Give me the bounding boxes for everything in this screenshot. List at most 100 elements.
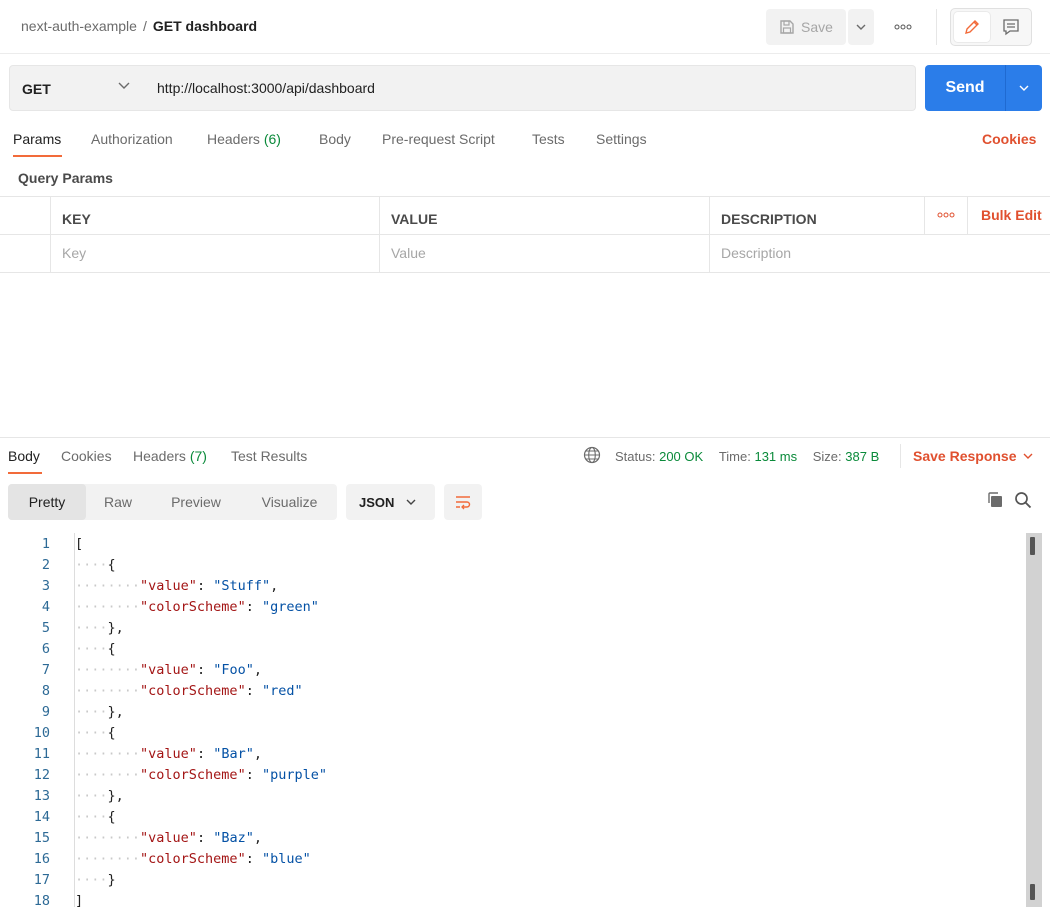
column-header-key: KEY: [62, 211, 91, 227]
toolbar-divider: [936, 9, 937, 45]
view-mode-pretty[interactable]: Pretty: [8, 484, 86, 520]
json-string: "red": [261, 683, 303, 699]
line-number: 2: [41, 557, 50, 573]
view-mode-raw[interactable]: Raw: [86, 484, 150, 520]
key-input[interactable]: Key: [62, 245, 86, 261]
code-line: ····{: [75, 639, 116, 660]
tab-tests[interactable]: Tests: [532, 131, 565, 147]
json-punctuation: },: [107, 620, 124, 636]
tab-params[interactable]: Params: [13, 131, 61, 147]
time-value[interactable]: 131 ms: [754, 449, 797, 464]
wrap-lines-button[interactable]: [444, 484, 482, 520]
code-line: ········"value": "Foo",: [75, 660, 262, 681]
chevron-down-icon: [856, 24, 866, 30]
indent-guide: ········: [75, 746, 141, 762]
tab-headers[interactable]: Headers (6): [207, 131, 281, 147]
url-input[interactable]: [143, 65, 916, 111]
editor-scrollbar[interactable]: [1026, 533, 1042, 907]
indent-guide: ········: [75, 683, 141, 699]
table-border: [0, 196, 1050, 197]
json-punctuation: {: [107, 641, 116, 657]
scrollbar-marker: [1030, 884, 1035, 900]
line-number: 1: [41, 536, 50, 552]
comments-button[interactable]: [993, 12, 1029, 42]
indent-guide: ····: [75, 620, 108, 636]
search-icon[interactable]: [1014, 491, 1032, 509]
copy-icon[interactable]: [986, 491, 1004, 509]
line-number: 6: [41, 641, 50, 657]
tab-settings[interactable]: Settings: [596, 131, 647, 147]
table-column-divider: [967, 196, 968, 234]
status-value[interactable]: 200 OK: [659, 449, 703, 464]
size-value[interactable]: 387 B: [845, 449, 879, 464]
json-key: "colorScheme": [140, 683, 246, 699]
breadcrumb-collection[interactable]: next-auth-example: [21, 18, 137, 34]
query-params-title: Query Params: [18, 170, 113, 186]
json-punctuation: },: [107, 788, 124, 804]
format-select[interactable]: JSON: [346, 484, 435, 520]
description-input[interactable]: Description: [721, 245, 791, 261]
code-line: ····{: [75, 723, 116, 744]
method-select[interactable]: GET: [9, 65, 144, 111]
save-options-button[interactable]: [848, 9, 874, 45]
json-punctuation: :: [196, 578, 214, 594]
bulk-edit-button[interactable]: Bulk Edit: [981, 207, 1042, 223]
indent-guide: ····: [75, 872, 108, 888]
edit-mode-button[interactable]: [954, 12, 990, 42]
view-mode-visualize[interactable]: Visualize: [242, 484, 337, 520]
save-button[interactable]: Save: [766, 9, 846, 45]
response-tab-headers[interactable]: Headers (7): [133, 448, 207, 464]
json-key: "colorScheme": [140, 851, 246, 867]
more-options-button[interactable]: [892, 18, 914, 36]
tab-label: Cookies: [61, 448, 112, 464]
view-mode-preview[interactable]: Preview: [150, 484, 242, 520]
response-tab-cookies[interactable]: Cookies: [61, 448, 112, 464]
indent-guide: ········: [75, 578, 141, 594]
tab-pre-request-script[interactable]: Pre-request Script: [382, 131, 495, 147]
chevron-down-icon: [406, 499, 416, 505]
save-icon: [780, 20, 794, 34]
tab-label: Headers: [133, 448, 186, 464]
breadcrumb-separator: /: [142, 18, 147, 34]
tab-body[interactable]: Body: [319, 131, 351, 147]
tab-label: Authorization: [91, 131, 173, 147]
response-pane-divider[interactable]: [0, 437, 1050, 438]
indent-guide: ········: [75, 767, 141, 783]
table-options-button[interactable]: [936, 209, 956, 221]
code-line: ········"colorScheme": "blue": [75, 849, 311, 870]
response-tab-test-results[interactable]: Test Results: [231, 448, 307, 464]
json-punctuation: :: [245, 599, 262, 615]
format-label: JSON: [359, 494, 395, 510]
top-bar: next-auth-example / GET dashboard Save: [0, 0, 1050, 54]
code-line: ········"colorScheme": "green": [75, 597, 319, 618]
more-horizontal-icon: [894, 24, 912, 30]
line-number: 14: [33, 809, 50, 825]
response-body-editor[interactable]: 1[2 ····{3 ········"value": "Stuff", 4 ·····…: [0, 533, 1026, 907]
comment-icon: [1003, 19, 1019, 36]
table-border: [0, 272, 1050, 273]
json-string: "purple": [261, 767, 327, 783]
mode-toggle: [950, 8, 1032, 46]
request-title[interactable]: GET dashboard: [153, 18, 257, 34]
json-punctuation: ,: [253, 746, 262, 762]
indent-guide: ········: [75, 599, 141, 615]
save-response-button[interactable]: Save Response: [913, 448, 1033, 464]
code-line: ········"colorScheme": "red": [75, 681, 303, 702]
line-number: 11: [33, 746, 50, 762]
indent-guide: ····: [75, 704, 108, 720]
tab-count: (6): [263, 131, 281, 147]
json-punctuation: :: [196, 746, 214, 762]
cookies-link[interactable]: Cookies: [982, 131, 1036, 147]
view-mode-selector: Pretty Raw Preview Visualize: [8, 484, 337, 520]
value-input[interactable]: Value: [391, 245, 426, 261]
code-line: ····{: [75, 555, 116, 576]
globe-icon[interactable]: [583, 446, 601, 464]
send-button[interactable]: Send: [925, 65, 1005, 111]
tab-authorization[interactable]: Authorization: [91, 131, 173, 147]
response-tab-body[interactable]: Body: [8, 448, 40, 464]
table-column-divider: [379, 196, 380, 273]
response-meta-divider: [900, 444, 901, 468]
send-options-button[interactable]: [1005, 65, 1042, 111]
method-label: GET: [22, 81, 51, 97]
json-punctuation: ]: [75, 893, 84, 907]
